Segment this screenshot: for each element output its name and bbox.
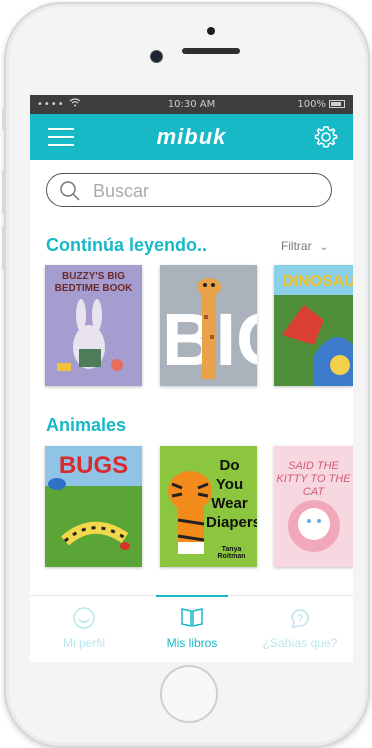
- rabbit-illustration: [57, 299, 123, 371]
- animals-title: Animales: [46, 415, 127, 435]
- active-tab-indicator: [156, 595, 228, 597]
- tab-label: ¿Sabías que?: [262, 636, 338, 650]
- tab-mi-perfil[interactable]: Mi perfil: [30, 596, 138, 662]
- book-cover-dinosaur[interactable]: DINOSAUR: [274, 265, 353, 386]
- speaker-grille: [182, 48, 240, 54]
- book-cover-diapers[interactable]: Do You Wear Diapers? Tanya Roitman: [160, 446, 257, 567]
- search-icon: [60, 181, 80, 201]
- volume-up-button: [2, 170, 6, 214]
- book-title: Do You Wear Diapers?: [206, 457, 257, 531]
- app-bar: mibuk: [30, 114, 353, 160]
- camera-icon: [150, 50, 163, 63]
- app-screen: •••• 10:30 AM 100% mibuk Continúa leyend…: [30, 95, 353, 662]
- book-cover-bugs[interactable]: BUGS: [45, 446, 142, 567]
- question-icon: ?: [291, 609, 309, 628]
- chevron-down-icon: ⌄: [319, 242, 328, 253]
- book-title: BUGS: [58, 452, 129, 479]
- tab-mis-libros[interactable]: Mis libros: [138, 595, 246, 662]
- battery-indicator: 100%: [297, 99, 345, 110]
- giraffe-illustration: BIG: [160, 265, 257, 386]
- home-button[interactable]: [160, 665, 218, 723]
- gear-icon[interactable]: [313, 124, 339, 150]
- bottom-tab-bar: Mi perfil Mis libros ? ¿Sabías que?: [30, 595, 353, 662]
- book-title: DINOSAUR: [282, 273, 353, 290]
- filter-label: Filtrar: [280, 239, 312, 253]
- smiley-icon: [73, 607, 95, 629]
- mute-switch: [2, 108, 6, 130]
- volume-down-button: [2, 226, 6, 270]
- filter-dropdown[interactable]: Filtrar ⌄: [281, 239, 328, 253]
- book-title: BUZZY'S BIG BEDTIME BOOK: [54, 271, 133, 294]
- tab-label: Mi perfil: [62, 636, 105, 650]
- search-bar[interactable]: [46, 173, 332, 207]
- svg-text:?: ?: [297, 613, 303, 625]
- continue-reading-title: Continúa leyendo..: [46, 235, 208, 255]
- book-author: Tanya Roitman: [217, 546, 246, 560]
- battery-icon: [329, 100, 345, 108]
- tab-label: Mis libros: [166, 636, 218, 650]
- app-logo: mibuk: [156, 124, 227, 149]
- book-title: SAID THE KITTY TO THE CAT: [276, 460, 351, 498]
- status-bar: •••• 10:30 AM 100%: [30, 95, 353, 114]
- book-icon: [181, 608, 203, 627]
- book-cover-big[interactable]: BIG: [160, 265, 257, 386]
- tab-sabias-que[interactable]: ? ¿Sabías que?: [246, 596, 353, 662]
- sensor-dot: [207, 27, 215, 35]
- book-cover-kitty[interactable]: SAID THE KITTY TO THE CAT: [274, 446, 353, 567]
- search-input[interactable]: [91, 179, 315, 203]
- book-cover-buzzy[interactable]: BUZZY'S BIG BEDTIME BOOK: [45, 265, 142, 386]
- battery-percent: 100%: [297, 99, 326, 110]
